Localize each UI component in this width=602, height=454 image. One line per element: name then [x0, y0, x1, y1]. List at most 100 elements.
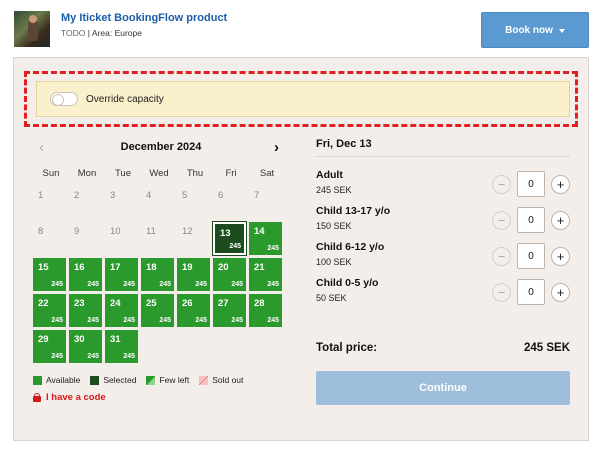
calendar-day-19[interactable]: 19 245 [177, 258, 210, 291]
quantity-field[interactable]: 0 [517, 243, 545, 269]
quantity-field[interactable]: 0 [517, 171, 545, 197]
day-number: 27 [218, 298, 229, 309]
calendar-day-5: 5 [177, 186, 210, 219]
calendar-day-29[interactable]: 29 245 [33, 330, 66, 363]
day-number: 9 [74, 226, 80, 237]
day-price: 245 [51, 317, 63, 324]
selected-swatch [90, 375, 100, 385]
calendar-day-1: 1 [33, 186, 66, 219]
day-number: 10 [110, 226, 121, 237]
calendar-nav: ‹ December 2024 › [33, 138, 289, 158]
weekday-label: Mon [77, 168, 97, 179]
minus-icon[interactable]: − [492, 174, 511, 194]
calendar-day-30[interactable]: 30 245 [69, 330, 102, 363]
few-left-swatch [146, 375, 156, 385]
todo-label: TODO [61, 28, 86, 38]
have-code-link[interactable]: I have a code [33, 392, 106, 403]
day-price: 245 [267, 245, 279, 252]
calendar-day-18[interactable]: 18 245 [141, 258, 174, 291]
calendar-day-10: 10 [105, 222, 138, 255]
day-price: 245 [231, 317, 243, 324]
calendar-day-25[interactable]: 25 245 [141, 294, 174, 327]
book-now-button[interactable]: Book now [481, 12, 589, 48]
calendar-day-14[interactable]: 14 245 [249, 222, 282, 255]
caret-down-icon [558, 28, 565, 33]
day-price: 245 [195, 317, 207, 324]
calendar-day-31[interactable]: 31 245 [105, 330, 138, 363]
calendar-day-3: 3 [105, 186, 138, 219]
day-price: 245 [87, 353, 99, 360]
ticket-price: 245 SEK [316, 185, 352, 195]
quantity-stepper: −0 + [492, 207, 570, 233]
day-price: 245 [51, 353, 63, 360]
available-swatch [33, 375, 42, 385]
day-price: 245 [267, 281, 279, 288]
day-number: 15 [38, 262, 49, 273]
product-title[interactable]: My Iticket BookingFlow product [61, 12, 227, 24]
day-price: 245 [267, 317, 279, 324]
day-number: 30 [74, 334, 85, 345]
day-price: 245 [229, 243, 241, 250]
ticket-name: Child 6-12 y/o [316, 241, 385, 253]
booking-panel: Override capacity ‹ December 2024 › Sun M… [13, 57, 589, 441]
minus-icon[interactable]: − [492, 282, 511, 302]
day-number: 23 [74, 298, 85, 309]
calendar-day-16[interactable]: 16 245 [69, 258, 102, 291]
legend: Available Selected Few left Sold out [33, 375, 253, 385]
quantity-stepper: −0 + [492, 279, 570, 305]
day-number: 8 [38, 226, 44, 237]
have-code-label: I have a code [46, 392, 106, 403]
quantity-field[interactable]: 0 [517, 207, 545, 233]
day-number: 13 [220, 228, 231, 239]
lock-icon [33, 393, 41, 402]
ticket-row: Child 0-5 y/o 50 SEK −0 + [316, 277, 570, 313]
plus-icon[interactable]: + [551, 210, 570, 230]
calendar-day-15[interactable]: 15 245 [33, 258, 66, 291]
area-label: Area: Europe [91, 28, 142, 38]
calendar-day-12: 12 [177, 222, 210, 255]
day-price: 245 [159, 281, 171, 288]
calendar-day-6: 6 [213, 186, 246, 219]
minus-icon[interactable]: − [492, 246, 511, 266]
day-number: 5 [182, 190, 188, 201]
day-price: 245 [87, 281, 99, 288]
override-capacity-toggle[interactable] [50, 92, 78, 106]
ticket-row: Adult 245 SEK −0 + [316, 169, 570, 205]
sold-out-swatch [199, 375, 209, 385]
calendar-day-28[interactable]: 28 245 [249, 294, 282, 327]
calendar-day-23[interactable]: 23 245 [69, 294, 102, 327]
day-price: 245 [123, 353, 135, 360]
day-number: 21 [254, 262, 265, 273]
day-number: 2 [74, 190, 80, 201]
calendar-day-20[interactable]: 20 245 [213, 258, 246, 291]
calendar-day-27[interactable]: 27 245 [213, 294, 246, 327]
day-number: 31 [110, 334, 121, 345]
day-price: 245 [123, 281, 135, 288]
total-label: Total price: [316, 342, 378, 354]
calendar-day-24[interactable]: 24 245 [105, 294, 138, 327]
legend-sold-out: Sold out [199, 375, 243, 385]
ticket-price: 100 SEK [316, 257, 352, 267]
day-number: 14 [254, 226, 265, 237]
calendar-day-2: 2 [69, 186, 102, 219]
calendar-day-21[interactable]: 21 245 [249, 258, 282, 291]
legend-available: Available [33, 375, 80, 385]
day-number: 11 [146, 226, 156, 237]
calendar-day-17[interactable]: 17 245 [105, 258, 138, 291]
calendar-day-26[interactable]: 26 245 [177, 294, 210, 327]
weekday-label: Sat [259, 168, 275, 179]
plus-icon[interactable]: + [551, 246, 570, 266]
continue-button[interactable]: Continue [316, 371, 570, 405]
plus-icon[interactable]: + [551, 174, 570, 194]
calendar-day-22[interactable]: 22 245 [33, 294, 66, 327]
day-number: 4 [146, 190, 152, 201]
month-label: December 2024 [120, 141, 202, 153]
minus-icon[interactable]: − [492, 210, 511, 230]
day-number: 16 [74, 262, 85, 273]
legend-selected: Selected [90, 375, 136, 385]
quantity-field[interactable]: 0 [517, 279, 545, 305]
calendar-day-13[interactable]: 13 245 [212, 221, 247, 256]
plus-icon[interactable]: + [551, 282, 570, 302]
chevron-right-icon[interactable]: › [274, 139, 279, 156]
ticket-list: Adult 245 SEK −0 + Child 13-17 y/o 150 SEK −0 +… [316, 169, 570, 313]
